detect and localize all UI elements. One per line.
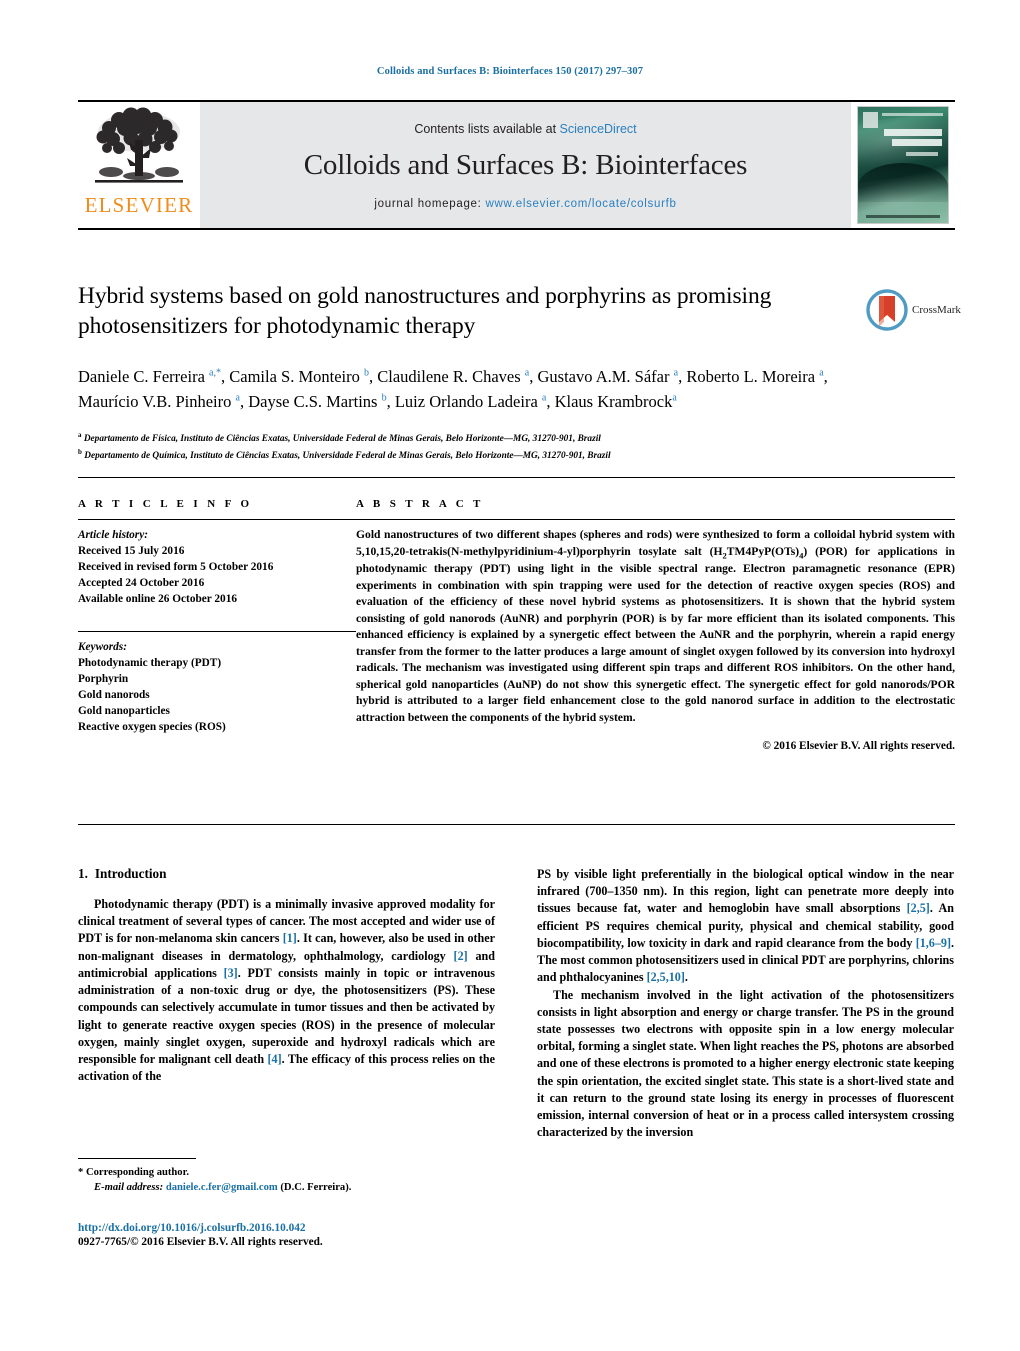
intro-paragraph-right-2: The mechanism involved in the light acti…: [537, 987, 954, 1140]
history-accepted: Accepted 24 October 2016: [78, 577, 205, 590]
page-title: Hybrid systems based on gold nanostructu…: [78, 283, 772, 339]
homepage-prefix: journal homepage:: [374, 198, 486, 210]
abstract-heading: A B S T R A C T: [356, 498, 484, 510]
corresponding-marker: *: [78, 1167, 84, 1178]
section-number: 1.: [78, 866, 88, 881]
article-info-column: A R T I C L E I N F O Article history: R…: [78, 498, 356, 752]
contents-prefix: Contents lists available at: [414, 122, 560, 136]
info-and-abstract: A R T I C L E I N F O Article history: R…: [78, 498, 955, 752]
page-footer: http://dx.doi.org/10.1016/j.colsurfb.201…: [78, 1222, 578, 1248]
affiliation-a-mark: a: [78, 431, 82, 440]
keyword-item: Porphyrin: [78, 673, 129, 686]
abstract-rule: [356, 519, 955, 520]
history-received: Received 15 July 2016: [78, 545, 185, 558]
elsevier-logo: ELSEVIER: [78, 102, 200, 228]
affiliation-b-mark: b: [78, 447, 82, 456]
abstract-copyright: © 2016 Elsevier B.V. All rights reserved…: [762, 740, 955, 753]
keyword-item: Photodynamic therapy (PDT): [78, 657, 222, 670]
body-column-left: 1. Introduction Photodynamic therapy (PDT…: [78, 866, 495, 1142]
journal-homepage-link[interactable]: www.elsevier.com/locate/colsurfb: [485, 198, 676, 210]
abstract-column: A B S T R A C T Gold nanostructures of t…: [356, 498, 955, 752]
journal-cover-block: [851, 102, 955, 228]
body-column-right: PS by visible light preferentially in th…: [537, 866, 954, 1142]
email-line: E-mail address: daniele.c.fer@gmail.com …: [78, 1180, 495, 1195]
contents-available-line: Contents lists available at ScienceDirec…: [414, 122, 636, 136]
history-revised: Received in revised form 5 October 2016: [78, 561, 274, 574]
sciencedirect-link[interactable]: ScienceDirect: [560, 122, 637, 136]
article-page: Colloids and Surfaces B: Biointerfaces 1…: [0, 0, 1020, 1351]
running-head: Colloids and Surfaces B: Biointerfaces 1…: [376, 66, 644, 77]
journal-title: Colloids and Surfaces B: Biointerfaces: [303, 149, 748, 181]
article-info-rule: [78, 519, 356, 520]
article-history-label: Article history:: [78, 529, 148, 541]
divider-above-info: [78, 477, 955, 478]
doi-link[interactable]: http://dx.doi.org/10.1016/j.colsurfb.201…: [78, 1222, 578, 1234]
email-link[interactable]: daniele.c.fer@gmail.com: [166, 1182, 278, 1193]
history-online: Available online 26 October 2016: [78, 593, 237, 606]
crossmark-badge[interactable]: CrossMark: [866, 287, 962, 333]
journal-band: Contents lists available at ScienceDirec…: [200, 102, 851, 228]
affiliation-b: b Departamento de Química, Instituto de …: [78, 447, 868, 464]
article-info-heading: A R T I C L E I N F O: [78, 498, 253, 510]
keywords-block: Keywords: Photodynamic therapy (PDT) Por…: [78, 631, 356, 735]
section-name: Introduction: [94, 866, 167, 881]
keyword-item: Gold nanoparticles: [78, 705, 170, 718]
elsevier-tree-icon: [95, 107, 183, 183]
affiliation-a-text: Departamento de Física, Instituto de Ciê…: [83, 434, 601, 445]
body-columns: 1. Introduction Photodynamic therapy (PDT…: [78, 866, 955, 1142]
title-block: Hybrid systems based on gold nanostructu…: [78, 282, 868, 463]
elsevier-wordmark: ELSEVIER: [84, 193, 194, 217]
affiliation-a: a Departamento de Física, Instituto de C…: [78, 430, 868, 447]
crossmark-label: CrossMark: [912, 304, 961, 316]
abstract-text: Gold nanostructures of two different sha…: [356, 528, 955, 724]
email-owner: (D.C. Ferreira).: [280, 1182, 352, 1194]
affiliation-b-text: Departamento de Química, Instituto de Ci…: [84, 450, 611, 461]
corresponding-author-footnote: * Corresponding author. E-mail address: …: [78, 1158, 495, 1196]
cover-elsevier-mark: [863, 112, 878, 128]
footnote-rule: [78, 1158, 196, 1159]
email-label: E-mail address:: [94, 1182, 164, 1194]
intro-paragraph-left: Photodynamic therapy (PDT) is a minimall…: [78, 897, 495, 1084]
issn-copyright-line: 0927-7765/© 2016 Elsevier B.V. All right…: [78, 1236, 323, 1248]
divider-below-abstract: [78, 824, 955, 825]
journal-cover-thumbnail: [857, 106, 949, 224]
author-list: Daniele C. Ferreira a,*, Camila S. Monte…: [78, 366, 828, 411]
corresponding-text: Corresponding author.: [85, 1167, 189, 1178]
crossmark-icon: [866, 289, 908, 331]
intro-paragraph-right-1: PS by visible light preferentially in th…: [537, 867, 954, 985]
keyword-item: Reactive oxygen species (ROS): [78, 721, 226, 734]
journal-masthead: ELSEVIER Contents lists available at Sci…: [78, 100, 955, 230]
journal-homepage-line: journal homepage: www.elsevier.com/locat…: [374, 198, 676, 210]
section-heading-introduction: 1. Introduction: [78, 866, 495, 882]
corresponding-author-line: * Corresponding author.: [78, 1165, 495, 1180]
keywords-label: Keywords:: [78, 641, 127, 654]
keywords-rule: [78, 631, 356, 633]
keyword-item: Gold nanorods: [78, 689, 150, 702]
